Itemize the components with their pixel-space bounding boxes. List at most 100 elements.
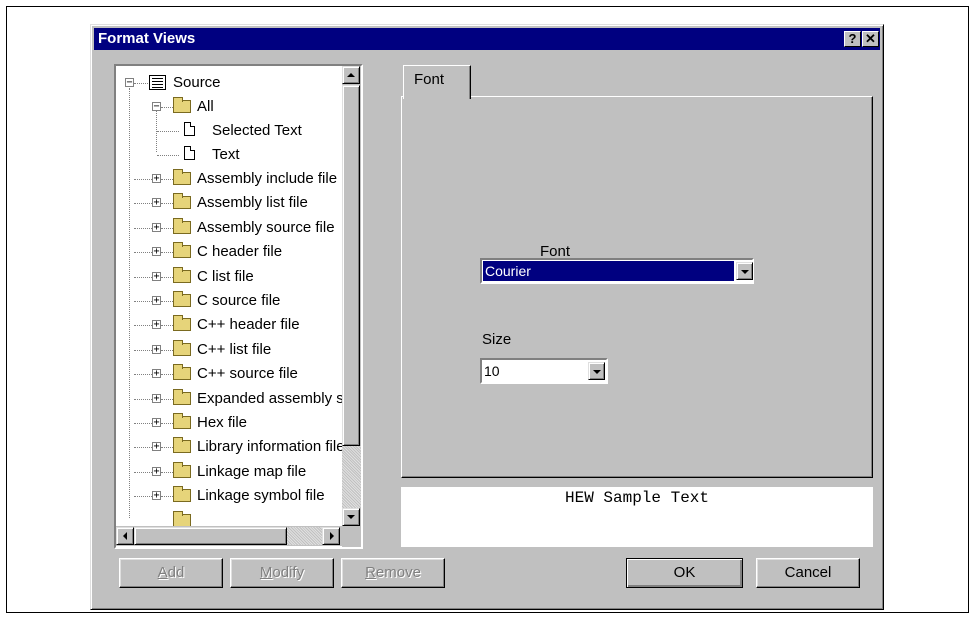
tree-item-source[interactable]: − Source — [116, 73, 342, 95]
tree-item[interactable]: + Library information file — [116, 437, 342, 459]
tree-item-all[interactable]: − All — [116, 97, 342, 119]
plus-box-icon[interactable]: + — [152, 369, 161, 379]
folder-icon — [173, 291, 191, 307]
tree-item-text[interactable]: Text — [116, 145, 342, 167]
minus-box-icon[interactable]: − — [152, 102, 161, 112]
preview-text: HEW Sample Text — [564, 489, 710, 507]
plus-box-icon[interactable]: + — [152, 296, 161, 306]
tree-item-selected-text[interactable]: Selected Text — [116, 121, 342, 143]
tab-font[interactable]: Font — [403, 65, 471, 99]
tab-font-label: Font — [414, 71, 445, 88]
up-arrow-icon — [347, 73, 355, 77]
tree-item[interactable]: + C list file — [116, 266, 342, 289]
plus-box-icon[interactable]: + — [152, 393, 161, 403]
font-select[interactable]: Courier — [480, 258, 754, 284]
chevron-down-icon — [741, 270, 749, 274]
preview-area: HEW Sample Text — [401, 487, 873, 547]
tree-item-label: All — [197, 98, 214, 115]
plus-box-icon[interactable]: + — [152, 418, 161, 428]
size-label: Size — [482, 331, 512, 348]
folder-icon — [173, 486, 191, 503]
folder-icon — [173, 266, 191, 283]
tree-item[interactable]: + Linkage map file — [116, 461, 342, 484]
folder-icon — [173, 315, 191, 332]
down-arrow-icon — [347, 515, 355, 519]
help-button[interactable]: ? — [844, 31, 861, 47]
tree-item[interactable]: + C source file — [116, 291, 342, 313]
chevron-down-icon — [593, 370, 601, 374]
tree-item-label: C list file — [197, 267, 254, 285]
add-button[interactable]: Add — [119, 558, 223, 588]
plus-box-icon[interactable]: + — [152, 320, 161, 330]
tree-item[interactable]: + Linkage symbol file — [116, 486, 342, 508]
tree-item-label: Selected Text — [212, 122, 302, 139]
vertical-scrollbar[interactable] — [342, 66, 361, 526]
format-views-dialog: Format Views ? ✕ − Source − All Selected… — [90, 24, 884, 610]
folder-icon — [173, 461, 191, 478]
close-button[interactable]: ✕ — [862, 31, 879, 47]
tree-item-label: C++ header file — [197, 316, 300, 334]
font-dropdown-button[interactable] — [736, 262, 753, 280]
tree-item[interactable]: + Assembly include file — [116, 169, 342, 191]
folder-icon — [173, 364, 191, 381]
tree-item[interactable]: + C++ list file — [116, 339, 342, 362]
horizontal-scrollbar[interactable] — [116, 526, 342, 546]
tree-item[interactable]: + Assembly list file — [116, 193, 342, 215]
tree-item-label: C source file — [197, 292, 281, 309]
plus-box-icon[interactable]: + — [152, 344, 161, 354]
tree-item[interactable]: + Expanded assembly s — [116, 388, 342, 411]
folder-icon — [173, 388, 191, 405]
tree-item[interactable]: + C++ header file — [116, 315, 342, 337]
tree-item[interactable]: + C++ source file — [116, 364, 342, 386]
tree-item[interactable]: + C header file — [116, 242, 342, 264]
scroll-right-button[interactable] — [322, 527, 340, 545]
ok-button[interactable]: OK — [626, 558, 743, 588]
scroll-track[interactable] — [342, 446, 361, 508]
scroll-track[interactable] — [287, 527, 322, 545]
modify-button[interactable]: Modify — [230, 558, 334, 588]
folder-icon — [173, 242, 191, 259]
tab-panel: Font Courier Size 10 — [401, 96, 873, 478]
left-arrow-icon — [123, 532, 127, 540]
tree-item-label: Assembly source file — [197, 218, 335, 236]
tree-view[interactable]: − Source − All Selected Text Text + Asse… — [114, 64, 363, 549]
plus-box-icon[interactable]: + — [152, 222, 161, 232]
minus-box-icon[interactable]: − — [125, 78, 134, 88]
scroll-down-button[interactable] — [342, 508, 360, 526]
scroll-up-button[interactable] — [342, 66, 360, 84]
plus-box-icon[interactable]: + — [152, 198, 161, 208]
tree-item-label: Linkage symbol file — [197, 487, 325, 505]
tree-item-label: Hex file — [197, 414, 248, 431]
tree-item-label: Expanded assembly s — [197, 389, 342, 407]
tree-item-label: Text — [212, 146, 240, 163]
size-dropdown-button[interactable] — [588, 362, 605, 380]
plus-box-icon[interactable]: + — [152, 491, 161, 501]
folder-icon — [173, 217, 191, 234]
tree-item-label: Library information file — [197, 438, 342, 456]
plus-box-icon[interactable]: + — [152, 466, 161, 476]
tree-item[interactable]: + Assembly source file — [116, 217, 342, 240]
plus-box-icon[interactable]: + — [152, 442, 161, 452]
scroll-left-button[interactable] — [116, 527, 134, 545]
remove-button[interactable]: Remove — [341, 558, 445, 588]
document-icon — [184, 122, 195, 136]
folder-icon — [173, 510, 191, 526]
font-select-value: Courier — [483, 261, 734, 281]
plus-box-icon[interactable]: + — [152, 247, 161, 257]
title-bar: Format Views ? ✕ — [94, 28, 880, 50]
size-select-value: 10 — [484, 363, 500, 379]
horizontal-scroll-thumb[interactable] — [134, 527, 287, 545]
tree-item-label: Source — [173, 74, 221, 91]
size-select[interactable]: 10 — [480, 358, 608, 384]
plus-box-icon[interactable]: + — [152, 174, 161, 184]
folder-icon — [173, 413, 191, 429]
tree-item-label: C header file — [197, 243, 283, 261]
folder-icon — [173, 437, 191, 454]
dialog-title: Format Views — [98, 30, 196, 47]
folder-icon — [173, 169, 191, 185]
vertical-scroll-thumb[interactable] — [342, 85, 360, 446]
plus-box-icon[interactable]: + — [152, 271, 161, 281]
right-arrow-icon — [330, 532, 334, 540]
cancel-button[interactable]: Cancel — [756, 558, 860, 588]
tree-item[interactable]: + Hex file — [116, 413, 342, 435]
